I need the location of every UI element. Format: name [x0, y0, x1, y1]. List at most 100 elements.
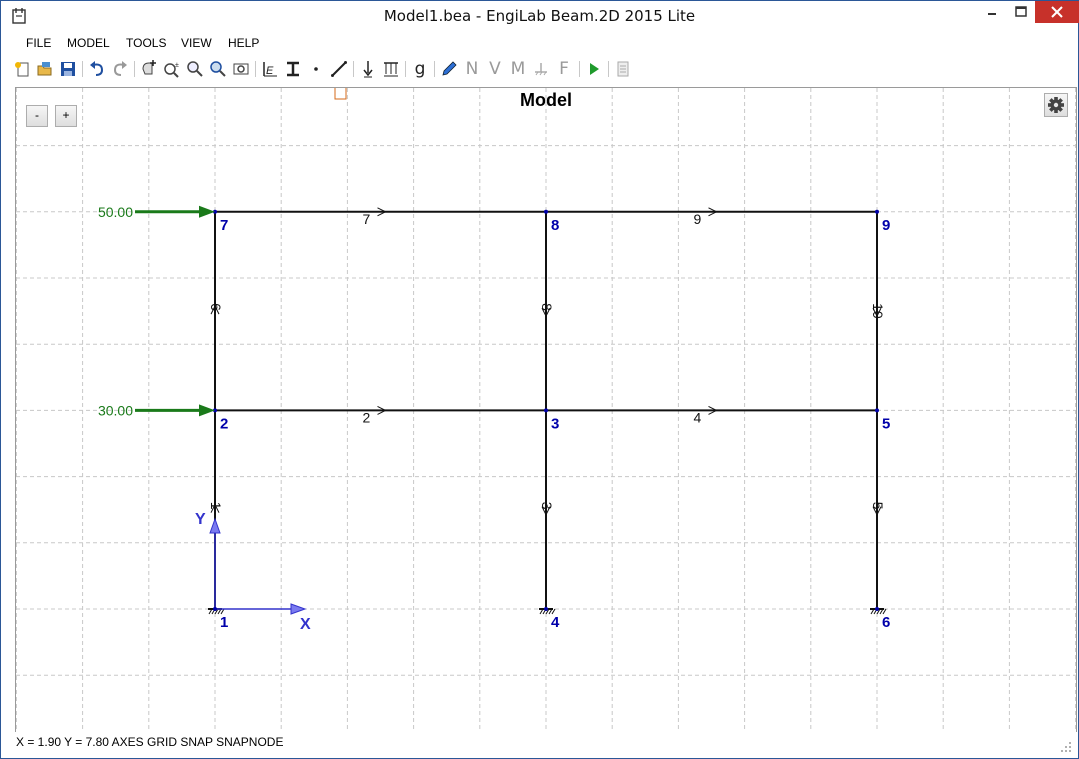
redo-button[interactable] — [109, 58, 131, 80]
node-9[interactable] — [875, 209, 879, 214]
maximize-icon — [1015, 6, 1027, 17]
axis-x-label: X — [300, 616, 311, 633]
open-button[interactable] — [34, 58, 56, 80]
resize-grip-icon[interactable] — [1060, 741, 1072, 753]
node-label: 3 — [551, 415, 559, 432]
status-text: X = 1.90 Y = 7.80 AXES GRID SNAP SNAPNOD… — [16, 735, 284, 749]
x-axis-arrow — [290, 603, 307, 615]
node-label: 4 — [551, 614, 560, 631]
toolbar-separator — [579, 61, 580, 77]
toolbar-separator — [353, 61, 354, 77]
toolbar-separator — [434, 61, 435, 77]
material-button[interactable]: E — [259, 58, 281, 80]
element-label: 1 — [208, 502, 224, 510]
run-button[interactable] — [583, 58, 605, 80]
node-8[interactable] — [544, 209, 548, 214]
title-bar: Model1.bea - EngiLab Beam.2D 2015 Lite — [1, 1, 1079, 31]
node-3[interactable] — [544, 408, 548, 413]
node-label: 9 — [882, 217, 890, 234]
section-button[interactable] — [282, 58, 304, 80]
axis-y-label: Y — [195, 511, 206, 528]
moment-result-icon[interactable]: M — [507, 58, 529, 80]
element-label: 9 — [694, 211, 702, 227]
load-arrow-head — [199, 404, 215, 417]
node-button[interactable] — [305, 58, 327, 80]
element-label: 4 — [694, 409, 702, 425]
toolbar: ± E g N V M F — [1, 56, 1078, 82]
model-drawing[interactable]: 12345678910XY12 34567 8 950.0030.00 — [16, 88, 1076, 733]
menu-help[interactable]: HELP — [228, 36, 259, 50]
menu-view[interactable]: VIEW — [181, 36, 212, 50]
element-label: 3 — [539, 502, 555, 510]
zoom-extents-button[interactable] — [207, 58, 229, 80]
node-label: 2 — [220, 415, 228, 432]
element-label: 2 — [363, 409, 371, 425]
element-label: 5 — [870, 502, 886, 510]
support-result-button[interactable] — [530, 58, 552, 80]
node-label: 5 — [882, 415, 890, 432]
maximize-button[interactable] — [1007, 1, 1035, 23]
section-icon — [287, 61, 299, 77]
edit-button[interactable] — [438, 58, 460, 80]
node-5[interactable] — [875, 408, 879, 413]
zoom-previous-button[interactable] — [230, 58, 252, 80]
save-button[interactable] — [57, 58, 79, 80]
node-label: 7 — [220, 217, 228, 234]
element-icon — [331, 61, 347, 77]
zoom-in-out-button[interactable]: ± — [161, 58, 183, 80]
load-value-label: 50.00 — [98, 204, 133, 220]
status-bar: X = 1.90 Y = 7.80 AXES GRID SNAP SNAPNOD… — [1, 732, 1078, 758]
model-canvas[interactable]: 1 2 3 4 5 6 7 8 9 10 X Y 1 2 3 4 5 6 7 8 9 50.00 30.00 - + Mod… — [15, 87, 1077, 734]
canvas-title: Model — [520, 90, 572, 110]
element-button[interactable] — [328, 58, 350, 80]
node-6[interactable] — [875, 607, 879, 611]
force-result-icon[interactable]: F — [553, 58, 575, 80]
element-label: 10 — [870, 303, 886, 319]
axial-result-icon[interactable]: N — [461, 58, 483, 80]
material-icon: E — [263, 62, 277, 77]
support-result-icon — [535, 63, 547, 76]
zoom-window-button[interactable] — [184, 58, 206, 80]
menu-model[interactable]: MODEL — [67, 36, 110, 50]
zoom-in-out-icon: ± — [164, 62, 179, 78]
svg-text:±: ± — [175, 62, 179, 69]
gravity-button[interactable]: g — [409, 58, 431, 80]
zoom-extents-icon — [210, 61, 226, 77]
minimize-icon — [988, 13, 996, 15]
toolbar-separator — [134, 61, 135, 77]
close-icon — [1051, 6, 1063, 18]
minimize-button[interactable] — [977, 1, 1007, 23]
load-arrow-head — [199, 205, 215, 218]
load-value-label: 30.00 — [98, 402, 133, 418]
distributed-load-button[interactable] — [380, 58, 402, 80]
save-icon — [61, 62, 75, 76]
undo-button[interactable] — [86, 58, 108, 80]
edit-icon — [442, 61, 457, 76]
y-axis-arrow — [209, 517, 221, 534]
zoom-window-icon — [187, 61, 203, 77]
run-icon — [590, 63, 599, 75]
menu-file[interactable]: FILE — [26, 36, 51, 50]
toolbar-separator — [255, 61, 256, 77]
element-label: 6 — [208, 303, 224, 311]
point-load-button[interactable] — [357, 58, 379, 80]
close-button[interactable] — [1035, 1, 1079, 23]
toolbar-separator — [405, 61, 406, 77]
toolbar-separator — [82, 61, 83, 77]
shear-result-icon[interactable]: V — [484, 58, 506, 80]
redo-icon — [113, 61, 127, 76]
node-4[interactable] — [544, 607, 548, 611]
report-icon — [617, 61, 629, 77]
settings-button[interactable] — [1044, 93, 1068, 117]
menu-bar: FILE MODEL TOOLS VIEW HELP — [1, 33, 1078, 55]
element-label: 8 — [539, 303, 555, 311]
report-button[interactable] — [612, 58, 634, 80]
distributed-load-icon — [384, 62, 398, 77]
point-load-icon — [363, 61, 373, 78]
zoom-previous-icon — [233, 63, 249, 75]
new-button[interactable] — [11, 58, 33, 80]
pan-button[interactable] — [138, 58, 160, 80]
svg-text:E: E — [266, 65, 274, 77]
menu-tools[interactable]: TOOLS — [126, 36, 166, 50]
node-1[interactable] — [213, 607, 217, 611]
